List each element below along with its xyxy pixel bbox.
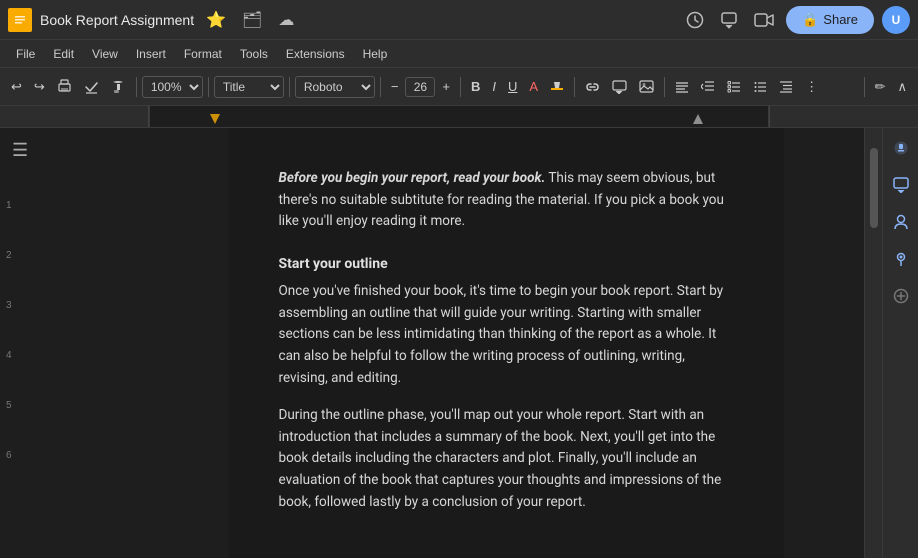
- page-number-4: 4: [6, 350, 12, 361]
- page-number-3: 3: [6, 300, 12, 311]
- toolbar-divider-5: [460, 77, 461, 97]
- font-size-input[interactable]: 26: [405, 77, 435, 97]
- print-button[interactable]: [52, 76, 77, 97]
- menu-view[interactable]: View: [84, 44, 126, 64]
- menu-format[interactable]: Format: [176, 44, 230, 64]
- font-select[interactable]: Roboto Arial Times New Roman: [295, 76, 375, 98]
- font-size-minus-button[interactable]: −: [386, 76, 404, 97]
- main-area: ☰ 1 2 3 4 5 6 Before you begin your repo…: [0, 128, 918, 558]
- ruler: [0, 106, 918, 128]
- spellcheck-button[interactable]: [79, 76, 104, 97]
- meet-button[interactable]: [750, 8, 778, 32]
- history-button[interactable]: [682, 7, 708, 33]
- share-lock-icon: 🔒: [802, 12, 818, 28]
- user-avatar[interactable]: U: [882, 6, 910, 34]
- cloud-icon[interactable]: ☁: [274, 6, 298, 34]
- section-1-heading: Start your outline: [279, 253, 734, 275]
- menu-help[interactable]: Help: [355, 44, 396, 64]
- align-button[interactable]: [670, 78, 694, 96]
- star-icon[interactable]: ⭐: [202, 6, 230, 34]
- toolbar-divider-7: [664, 77, 665, 97]
- person-icon[interactable]: [889, 210, 913, 237]
- share-button[interactable]: 🔒 Share: [786, 6, 874, 34]
- italic-button[interactable]: I: [487, 76, 501, 97]
- comment-button[interactable]: [607, 77, 632, 97]
- vertical-scrollbar[interactable]: [864, 128, 882, 558]
- chat-icon[interactable]: [889, 173, 913, 200]
- list-button[interactable]: [748, 77, 772, 96]
- section-1-body-2: During the outline phase, you'll map out…: [279, 405, 734, 513]
- outline-toggle-icon[interactable]: ☰: [8, 136, 32, 165]
- page-number-5: 5: [6, 400, 12, 411]
- toolbar: ↩ ↪ 100% 75% 150% Title Normal text Head…: [0, 68, 918, 106]
- bold-button[interactable]: B: [466, 76, 485, 97]
- title-bar-actions: 🔒 Share U: [682, 6, 910, 34]
- section-1-body-2-container: During the outline phase, you'll map out…: [279, 405, 734, 513]
- paragraph-1: Before you begin your report, read your …: [279, 168, 734, 233]
- section-1-body: Once you've finished your book, it's tim…: [279, 281, 734, 389]
- image-button[interactable]: [634, 77, 659, 96]
- menu-tools[interactable]: Tools: [232, 44, 276, 64]
- document-page: Before you begin your report, read your …: [229, 128, 784, 558]
- comments-button[interactable]: [716, 7, 742, 33]
- drive-icon[interactable]: 🗂: [238, 6, 266, 34]
- text-color-button[interactable]: A: [524, 76, 543, 97]
- toolbar-divider-2: [208, 77, 209, 97]
- menu-file[interactable]: File: [8, 44, 43, 64]
- font-size-plus-button[interactable]: +: [437, 76, 455, 97]
- style-select[interactable]: Title Normal text Heading 1 Heading 2: [214, 76, 284, 98]
- redo-button[interactable]: ↪: [29, 76, 50, 98]
- undo-button[interactable]: ↩: [6, 76, 27, 98]
- map-pin-icon[interactable]: [889, 247, 913, 274]
- highlight-button[interactable]: [545, 77, 569, 97]
- share-label: Share: [823, 12, 858, 27]
- doc-icon: [8, 8, 32, 32]
- paint-format-button[interactable]: [106, 76, 131, 97]
- menu-bar: File Edit View Insert Format Tools Exten…: [0, 40, 918, 68]
- page-number-2: 2: [6, 250, 12, 261]
- collapse-toolbar-button[interactable]: ∧: [892, 76, 912, 98]
- title-bar-left: Book Report Assignment ⭐ 🗂 ☁: [8, 6, 682, 34]
- title-bar: Book Report Assignment ⭐ 🗂 ☁ 🔒 Share U: [0, 0, 918, 40]
- bold-italic-text: Before you begin your report, read your …: [279, 170, 546, 186]
- menu-extensions[interactable]: Extensions: [278, 44, 353, 64]
- menu-insert[interactable]: Insert: [128, 44, 174, 64]
- toolbar-divider-3: [289, 77, 290, 97]
- more-options-button[interactable]: ⋮: [800, 76, 823, 98]
- left-panel: ☰ 1 2 3 4 5 6: [0, 128, 148, 558]
- paragraph-1-text: Before you begin your report, read your …: [279, 168, 734, 233]
- page-number-6: 6: [6, 450, 12, 461]
- toolbar-divider-1: [136, 77, 137, 97]
- pen-mode-button[interactable]: ✏: [870, 76, 891, 98]
- toolbar-divider-6: [574, 77, 575, 97]
- toolbar-divider-4: [380, 77, 381, 97]
- scrollbar-thumb[interactable]: [870, 148, 878, 228]
- add-icon[interactable]: [889, 284, 913, 311]
- page-number-1: 1: [6, 200, 12, 211]
- underline-button[interactable]: U: [503, 76, 522, 97]
- checklist-button[interactable]: [722, 77, 746, 96]
- document-title: Book Report Assignment: [40, 12, 194, 28]
- indent-button[interactable]: [774, 77, 798, 96]
- toolbar-divider-8: [864, 77, 865, 97]
- link-button[interactable]: [580, 78, 605, 96]
- zoom-select[interactable]: 100% 75% 150%: [142, 76, 203, 98]
- section-1: Start your outline Once you've finished …: [279, 253, 734, 389]
- far-right-panel: [882, 128, 918, 558]
- activity-feed-icon[interactable]: [889, 136, 913, 163]
- document-area[interactable]: Before you begin your report, read your …: [148, 128, 864, 558]
- menu-edit[interactable]: Edit: [45, 44, 82, 64]
- ruler-inner: [148, 106, 770, 127]
- line-spacing-button[interactable]: [696, 77, 720, 96]
